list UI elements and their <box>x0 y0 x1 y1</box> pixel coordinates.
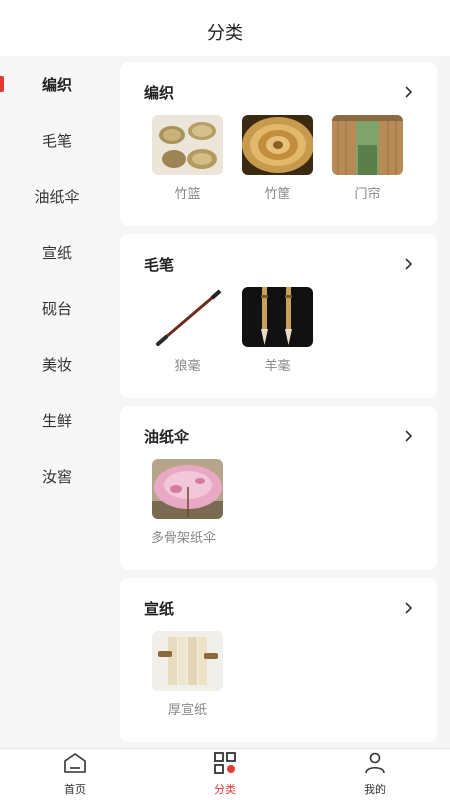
sidebar-item-ru-kiln[interactable]: 汝窖 <box>0 448 114 504</box>
card-title: 宣纸 <box>144 599 175 618</box>
card-title: 毛笔 <box>144 255 175 274</box>
product-item[interactable]: 竹筐 <box>242 115 332 202</box>
card-title: 油纸伞 <box>144 427 190 446</box>
sidebar-item-weaving[interactable]: 编织 <box>0 56 114 112</box>
sidebar-item-label: 生鲜 <box>41 411 72 430</box>
card-title: 编织 <box>144 83 175 102</box>
category-card-weaving: 编织 竹篮 竹筐 门帘 <box>120 62 437 226</box>
tab-home[interactable]: 首页 <box>0 749 150 800</box>
product-item[interactable]: 多骨架纸伞 <box>151 459 242 546</box>
card-header[interactable]: 毛笔 <box>144 252 417 276</box>
category-card-brush: 毛笔 狼毫 羊毫 <box>120 234 437 398</box>
chevron-right-icon[interactable] <box>401 428 417 444</box>
category-card-umbrella: 油纸伞 多骨架纸伞 <box>120 406 437 570</box>
product-list: 狼毫 羊毫 <box>152 287 332 374</box>
chevron-right-icon[interactable] <box>401 600 417 616</box>
product-item[interactable]: 竹篮 <box>152 115 242 202</box>
chevron-right-icon[interactable] <box>401 256 417 272</box>
product-item[interactable]: 狼毫 <box>152 287 242 374</box>
sidebar-item-inkstone[interactable]: 砚台 <box>0 280 114 336</box>
sidebar-item-label: 编织 <box>41 75 72 94</box>
product-item[interactable]: 羊毫 <box>242 287 332 374</box>
category-content: 编织 竹篮 竹筐 门帘 毛笔 狼毫 羊毫 油纸伞 多骨架纸伞 宣纸 厚宣纸 <box>114 56 450 748</box>
bottom-tab-bar: 首页 分类 我的 <box>0 748 450 800</box>
product-label: 多骨架纸伞 <box>151 531 217 546</box>
sidebar-item-label: 砚台 <box>41 299 72 318</box>
card-header[interactable]: 编织 <box>144 80 417 104</box>
tab-label: 分类 <box>214 783 236 796</box>
bamboo-basket-image <box>152 115 223 175</box>
tab-mine[interactable]: 我的 <box>300 749 450 800</box>
product-item[interactable]: 厚宣纸 <box>152 631 242 718</box>
product-label: 竹篮 <box>174 187 201 202</box>
sidebar-item-beauty[interactable]: 美妆 <box>0 336 114 392</box>
product-label: 门帘 <box>354 187 381 202</box>
page-title: 分类 <box>207 23 243 44</box>
tab-category[interactable]: 分类 <box>150 749 300 800</box>
category-grid-icon <box>213 752 237 778</box>
tab-label: 我的 <box>364 783 386 796</box>
product-label: 竹筐 <box>264 187 291 202</box>
user-icon <box>363 752 387 778</box>
sidebar-item-brush[interactable]: 毛笔 <box>0 112 114 168</box>
door-curtain-image <box>332 115 403 175</box>
category-sidebar: 编织 毛笔 油纸伞 宣纸 砚台 美妆 生鲜 汝窖 <box>0 56 114 748</box>
sidebar-item-umbrella[interactable]: 油纸伞 <box>0 168 114 224</box>
sidebar-item-label: 宣纸 <box>41 243 72 262</box>
product-list: 厚宣纸 <box>152 631 242 718</box>
page-header: 分类 <box>0 0 450 56</box>
product-item[interactable]: 门帘 <box>332 115 422 202</box>
home-icon <box>63 752 87 778</box>
tab-label: 首页 <box>64 783 86 796</box>
product-label: 狼毫 <box>174 359 201 374</box>
sidebar-item-fresh[interactable]: 生鲜 <box>0 392 114 448</box>
product-list: 竹篮 竹筐 门帘 <box>152 115 422 202</box>
sidebar-item-label: 毛笔 <box>41 131 72 150</box>
product-label: 厚宣纸 <box>167 703 207 718</box>
sidebar-item-paper[interactable]: 宣纸 <box>0 224 114 280</box>
card-header[interactable]: 油纸伞 <box>144 424 417 448</box>
xuan-paper-image <box>152 631 223 691</box>
goat-hair-brush-image <box>242 287 313 347</box>
bamboo-tray-image <box>242 115 313 175</box>
chevron-right-icon[interactable] <box>401 84 417 100</box>
product-label: 羊毫 <box>264 359 291 374</box>
sidebar-item-label: 油纸伞 <box>34 187 80 206</box>
paper-umbrella-image <box>152 459 223 519</box>
sidebar-item-label: 美妆 <box>41 355 72 374</box>
category-card-paper: 宣纸 厚宣纸 <box>120 578 437 742</box>
wolf-hair-brush-image <box>152 287 223 347</box>
sidebar-item-label: 汝窖 <box>41 467 72 486</box>
product-list: 多骨架纸伞 <box>151 459 242 546</box>
card-header[interactable]: 宣纸 <box>144 596 417 620</box>
